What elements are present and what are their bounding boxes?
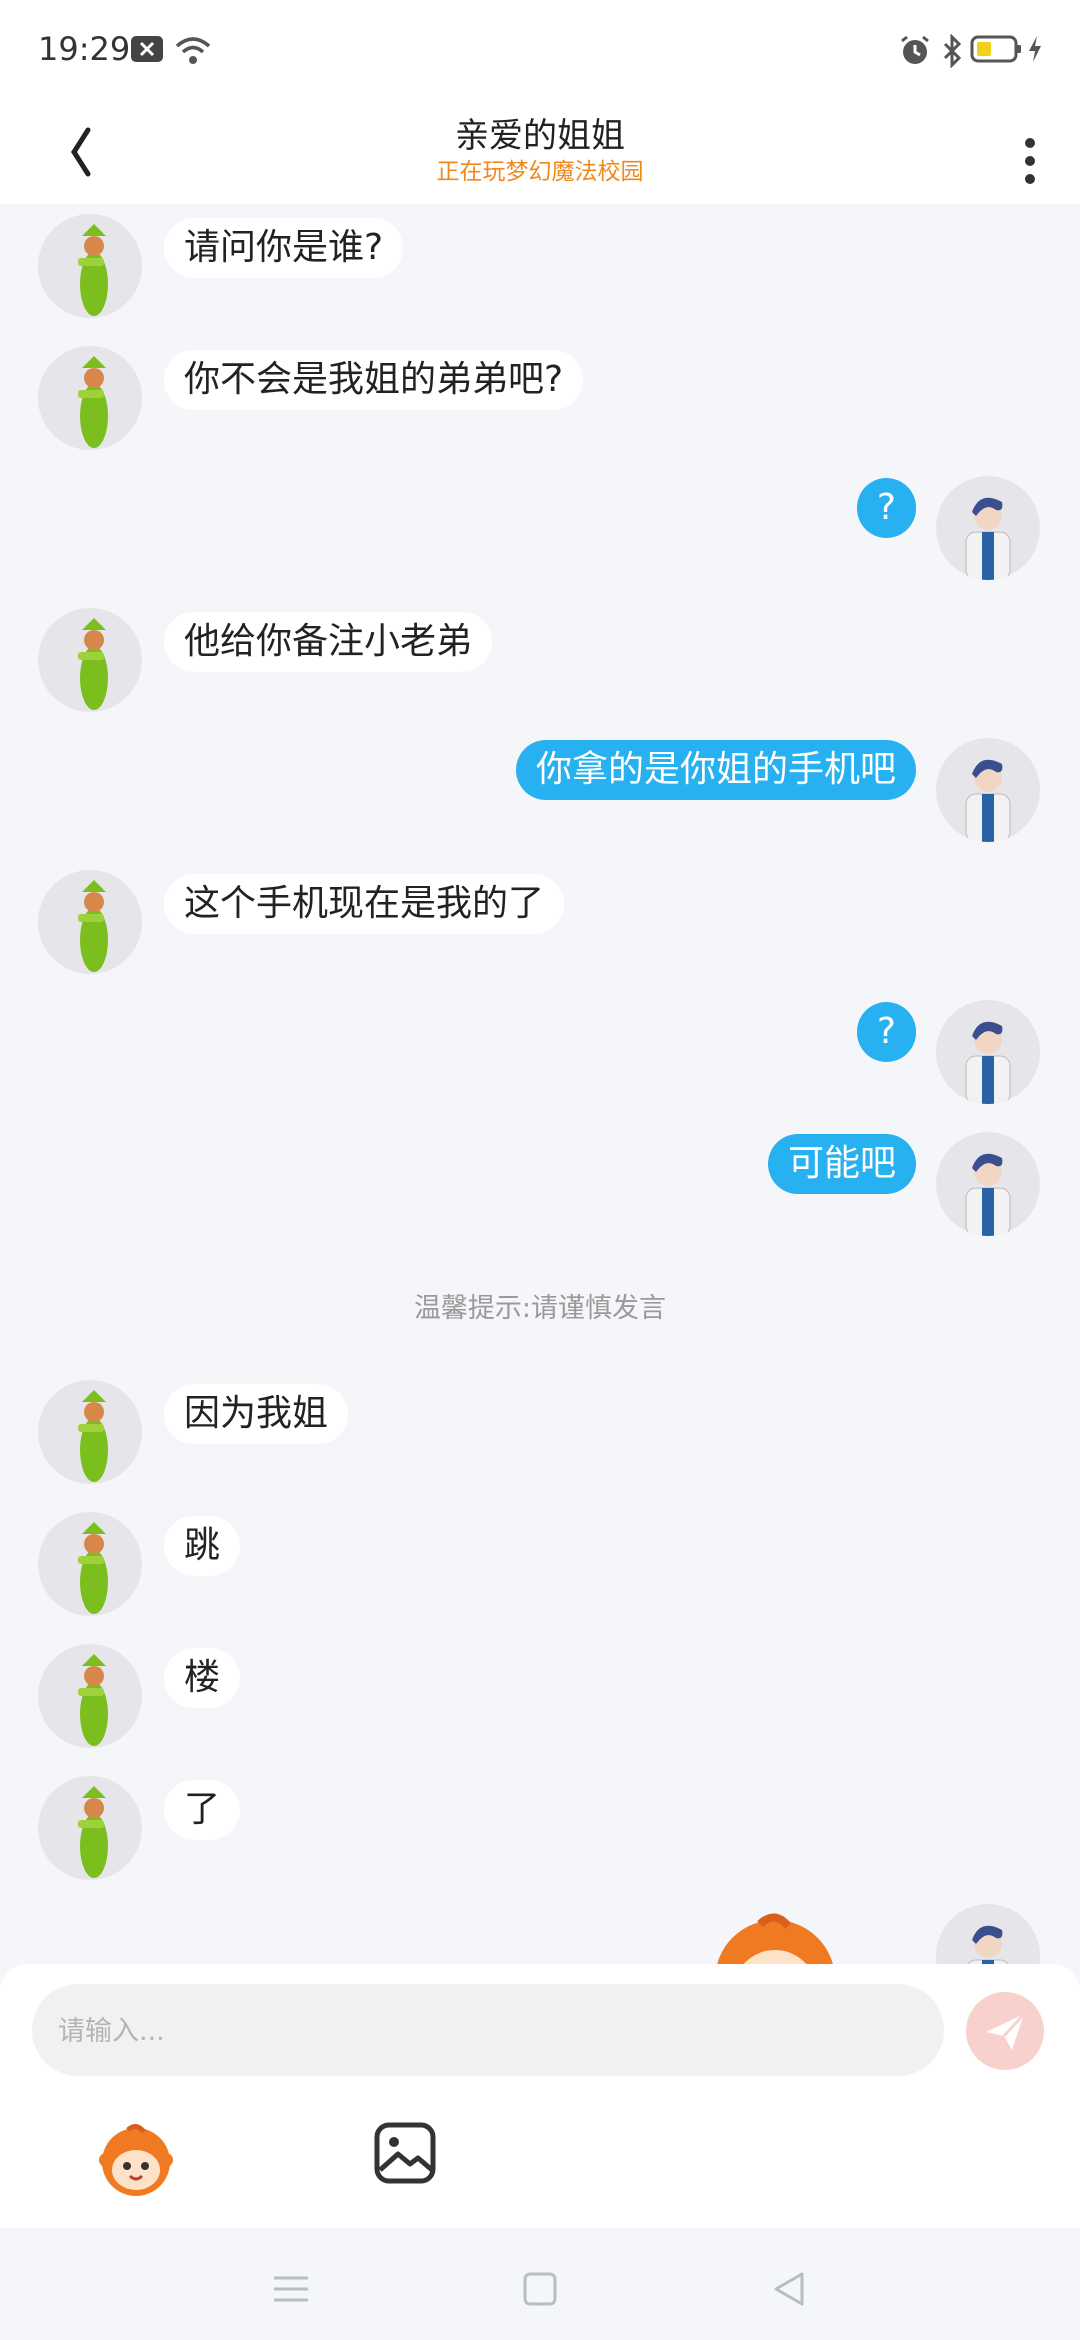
status-bar: 19:29: [0, 0, 1080, 100]
back-nav-button[interactable]: [764, 2264, 814, 2314]
message-bubble-received[interactable]: 他给你备注小老弟: [164, 612, 493, 672]
contact-avatar[interactable]: [38, 346, 142, 450]
send-button[interactable]: [966, 1992, 1044, 2070]
notification-x-icon: [130, 34, 164, 68]
user-avatar[interactable]: [936, 738, 1040, 842]
back-triangle-icon: [774, 2272, 804, 2306]
message-bubble-received[interactable]: 跳: [164, 1516, 241, 1576]
user-avatar[interactable]: [936, 1904, 1040, 1964]
message-bubble-received[interactable]: 你不会是我姐的弟弟吧?: [164, 350, 584, 410]
contact-avatar[interactable]: [38, 1512, 142, 1616]
system-nav-bar: [0, 2228, 1080, 2340]
alarm-icon: [898, 34, 932, 72]
system-notice: 温馨提示:请谨慎发言: [413, 1293, 667, 1324]
home-button[interactable]: [515, 2264, 565, 2314]
user-avatar[interactable]: [936, 1132, 1040, 1236]
message-bubble-sent[interactable]: 可能吧: [767, 1134, 916, 1194]
message-input[interactable]: [56, 1984, 924, 2078]
message-bubble-sent[interactable]: 你拿的是你姐的手机吧: [515, 740, 916, 800]
emoji-mascot-icon: [717, 1913, 833, 1964]
wifi-icon: [174, 34, 212, 70]
contact-avatar[interactable]: [38, 1380, 142, 1484]
emoji-mascot-icon: [99, 2124, 173, 2196]
sticker-message[interactable]: [700, 1910, 850, 1964]
emoji-button[interactable]: [96, 2120, 176, 2200]
message-bubble-received[interactable]: 请问你是谁?: [164, 218, 404, 278]
chat-header: 亲爱的姐姐 正在玩梦幻魔法校园: [0, 100, 1080, 204]
menu-icon: [274, 2276, 308, 2302]
contact-avatar[interactable]: [38, 1776, 142, 1880]
message-bubble-received[interactable]: 这个手机现在是我的了: [164, 874, 565, 934]
user-avatar[interactable]: [936, 476, 1040, 580]
more-button[interactable]: [1000, 118, 1060, 188]
contact-avatar[interactable]: [38, 608, 142, 712]
bluetooth-icon: [940, 33, 964, 72]
charging-icon: [1026, 34, 1044, 68]
composer-panel: [0, 1964, 1080, 2228]
image-icon: [374, 2122, 436, 2184]
message-bubble-sent[interactable]: ?: [856, 1002, 916, 1062]
battery-icon: [970, 34, 1022, 68]
message-bubble-received[interactable]: 因为我姐: [164, 1384, 349, 1444]
message-bubble-received[interactable]: 了: [164, 1780, 241, 1840]
chat-title: 亲爱的姐姐: [455, 116, 625, 156]
home-icon: [523, 2272, 557, 2306]
message-list[interactable]: 请问你是谁? 你不会是我姐的弟弟吧? ? 他给你备注小老弟 你拿的是你姐的手机吧…: [0, 204, 1080, 1964]
contact-avatar[interactable]: [38, 214, 142, 318]
status-time: 19:29: [38, 30, 131, 68]
image-button[interactable]: [372, 2120, 438, 2186]
user-avatar[interactable]: [936, 1000, 1040, 1104]
chat-subtitle: 正在玩梦幻魔法校园: [436, 159, 644, 185]
contact-avatar[interactable]: [38, 870, 142, 974]
message-input-container[interactable]: [32, 1984, 944, 2078]
paper-plane-icon: [986, 2012, 1026, 2050]
message-bubble-sent[interactable]: ?: [856, 478, 916, 538]
menu-button[interactable]: [266, 2264, 316, 2314]
message-bubble-received[interactable]: 楼: [164, 1648, 241, 1708]
contact-avatar[interactable]: [38, 1644, 142, 1748]
